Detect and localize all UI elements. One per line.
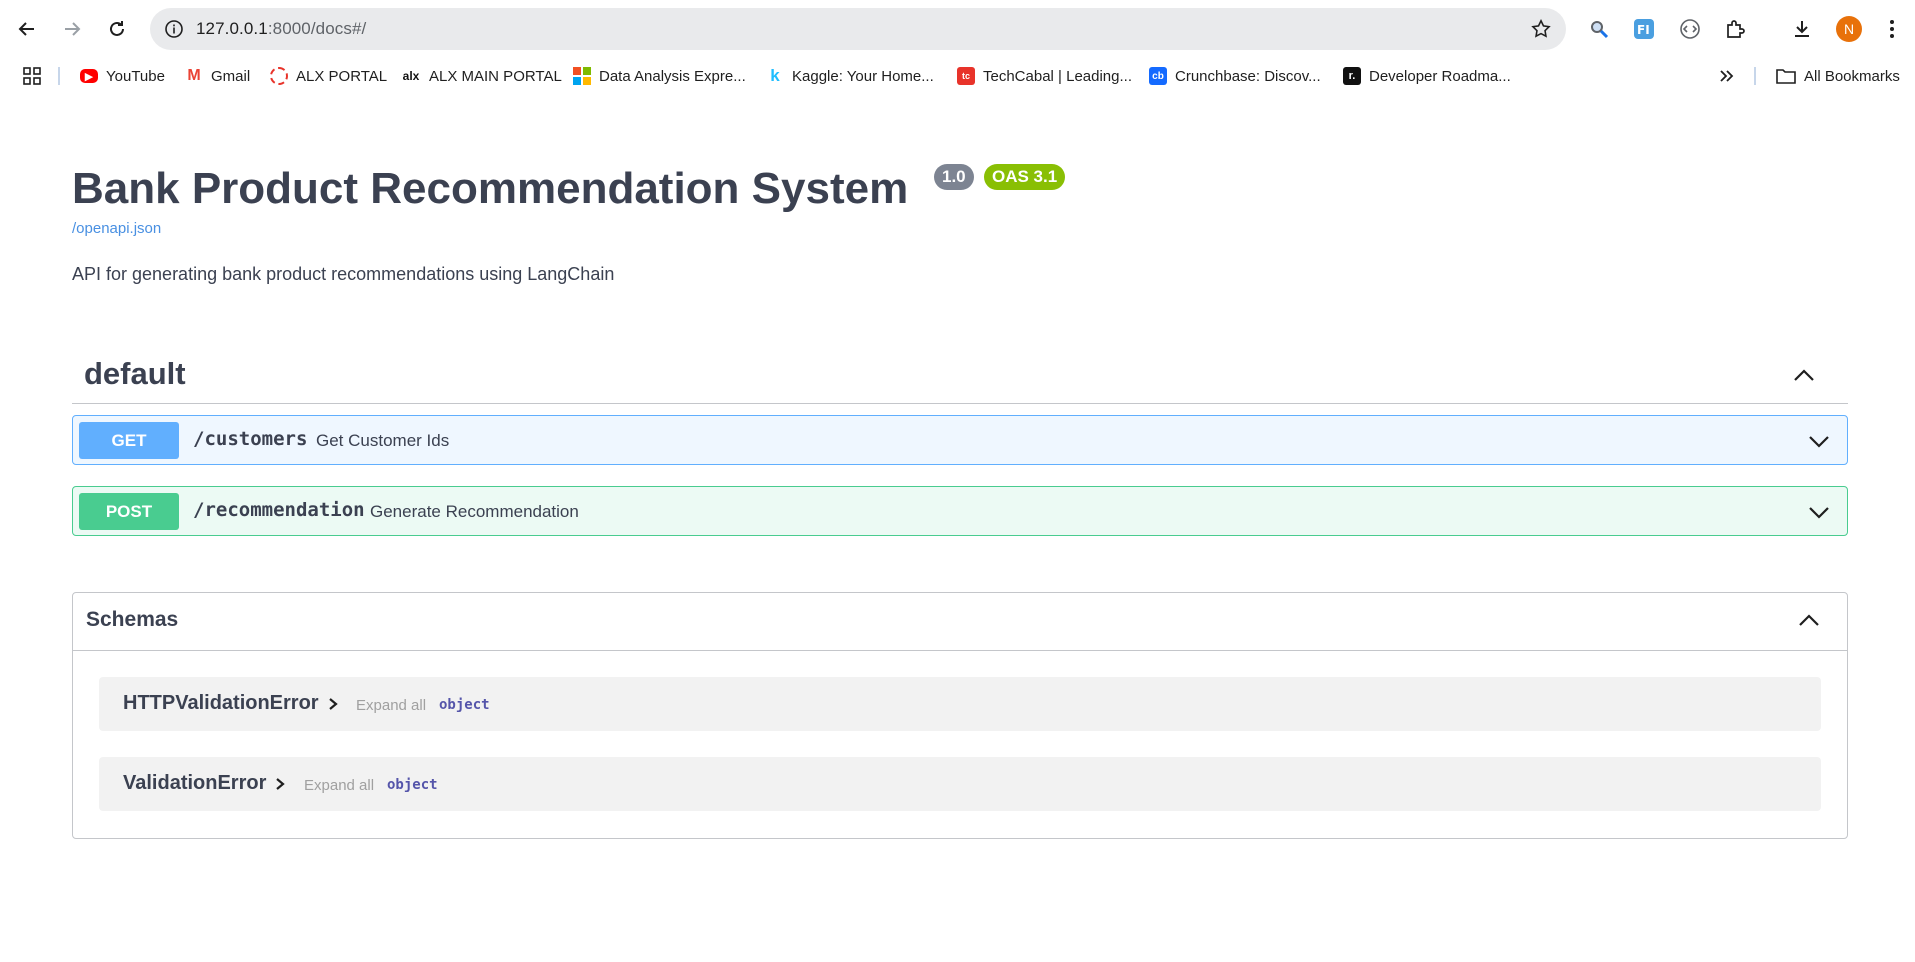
bookmark-developer-roadmap[interactable]: r. Developer Roadma... (1343, 65, 1511, 87)
techcabal-icon: tc (957, 67, 975, 85)
url-path: :8000/docs#/ (267, 19, 367, 38)
apps-grid-icon (23, 67, 41, 85)
double-chevron-right-icon (1720, 70, 1734, 82)
folder-icon (1776, 69, 1796, 84)
bookmark-techcabal[interactable]: tc TechCabal | Leading... (957, 65, 1132, 87)
alx-portal-icon (270, 67, 288, 85)
bookmark-label: ALX PORTAL (296, 67, 388, 85)
operation-summary: Generate Recommendation (370, 502, 579, 521)
bookmark-alx-portal[interactable]: ALX PORTAL (270, 65, 387, 87)
bookmark-label: YouTube (106, 67, 165, 85)
method-badge: POST (79, 493, 179, 530)
chevron-up-icon[interactable] (1795, 607, 1823, 635)
operation-path: /recommendation (193, 499, 365, 521)
apps-grid-button[interactable] (22, 65, 42, 87)
extension-fi-icon[interactable]: FI (1631, 16, 1657, 42)
model-type: object (439, 697, 490, 713)
url-host: 127.0.0.1 (196, 19, 268, 38)
svg-text:FI: FI (1637, 23, 1650, 37)
downloads-icon[interactable] (1789, 16, 1815, 42)
bookmark-label: Data Analysis Expre... (599, 67, 746, 85)
bookmark-label: TechCabal | Leading... (983, 67, 1132, 85)
schemas-title: Schemas (86, 608, 179, 631)
bookmark-star-icon[interactable] (1530, 18, 1552, 40)
openapi-json-link[interactable]: /openapi.json (72, 220, 161, 237)
address-bar[interactable]: 127.0.0.1:8000/docs#/ (150, 8, 1566, 50)
oas-badge: OAS 3.1 (984, 164, 1066, 190)
bookmarks-overflow-button[interactable] (1718, 65, 1734, 87)
bookmarks-bar: ▶ YouTube M Gmail ALX PORTAL alx ALX MAI… (0, 58, 1915, 94)
bookmark-kaggle[interactable]: k Kaggle: Your Home... (766, 65, 934, 87)
forward-arrow-icon (65, 22, 81, 36)
back-button[interactable] (10, 12, 44, 46)
chevron-right-icon[interactable] (274, 777, 286, 791)
operation-get-customers[interactable]: GET /customers Get Customer Ids (72, 415, 1848, 465)
reload-button[interactable] (100, 12, 134, 46)
model-name: HTTPValidationError (123, 692, 319, 714)
tag-default-header[interactable]: default (72, 344, 1848, 404)
expand-all-link[interactable]: Expand all (356, 697, 426, 714)
chevron-up-icon[interactable] (1790, 362, 1818, 390)
bookmark-label: Kaggle: Your Home... (792, 67, 934, 85)
api-description: API for generating bank product recommen… (72, 264, 615, 284)
bookmark-label: ALX MAIN PORTAL (429, 67, 562, 85)
bookmark-data-analysis[interactable]: Data Analysis Expre... (573, 65, 746, 87)
url-text[interactable]: 127.0.0.1:8000/docs#/ (196, 19, 366, 39)
schemas-header[interactable]: Schemas (73, 593, 1847, 651)
kaggle-icon: k (770, 66, 780, 85)
bookmark-gmail[interactable]: M Gmail (185, 65, 250, 87)
bookmark-youtube[interactable]: ▶ YouTube (80, 65, 165, 87)
gmail-icon: M (187, 67, 201, 84)
bookmark-alx-main-portal[interactable]: alx ALX MAIN PORTAL (401, 65, 562, 87)
browser-toolbar: 127.0.0.1:8000/docs#/ FI N (0, 0, 1915, 58)
all-bookmarks-label: All Bookmarks (1804, 67, 1900, 85)
extension-search-icon[interactable] (1586, 16, 1612, 42)
operation-path: /customers (193, 428, 308, 450)
youtube-icon: ▶ (80, 69, 98, 83)
all-bookmarks-button[interactable]: All Bookmarks (1776, 65, 1900, 87)
model-name-row[interactable]: HTTPValidationError (123, 692, 339, 715)
alx-main-icon: alx (402, 69, 420, 83)
schemas-section: Schemas HTTPValidationError Expand all o… (72, 592, 1848, 839)
tag-title: default (84, 356, 186, 391)
version-badge: 1.0 (934, 164, 974, 190)
operation-summary: Get Customer Ids (316, 431, 450, 450)
bookmark-label: Gmail (211, 67, 251, 85)
back-arrow-icon (18, 22, 34, 36)
extension-code-icon[interactable] (1677, 16, 1703, 42)
bookmark-separator (58, 67, 60, 85)
bookmark-label: Developer Roadma... (1369, 67, 1511, 85)
expand-all-link[interactable]: Expand all (304, 777, 374, 794)
bookmark-separator (1754, 67, 1756, 85)
roadmap-icon: r. (1343, 67, 1361, 85)
menu-kebab-icon[interactable] (1879, 16, 1905, 42)
site-info-icon[interactable] (164, 19, 184, 39)
profile-avatar[interactable]: N (1836, 16, 1862, 42)
model-validationerror[interactable]: ValidationError Expand all object (99, 757, 1821, 811)
model-name: ValidationError (123, 772, 267, 794)
model-name-row[interactable]: ValidationError (123, 772, 286, 795)
bookmark-crunchbase[interactable]: cb Crunchbase: Discov... (1149, 65, 1321, 87)
forward-button[interactable] (55, 12, 89, 46)
method-badge: GET (79, 422, 179, 459)
operation-post-recommendation[interactable]: POST /recommendation Generate Recommenda… (72, 486, 1848, 536)
bookmark-label: Crunchbase: Discov... (1175, 67, 1321, 85)
reload-icon (110, 21, 124, 36)
api-title: Bank Product Recommendation System (72, 164, 909, 213)
extensions-puzzle-icon[interactable] (1722, 16, 1748, 42)
chevron-down-icon[interactable] (1805, 498, 1833, 526)
chevron-right-icon[interactable] (327, 697, 339, 711)
swagger-page: Bank Product Recommendation System 1.0 O… (0, 94, 1915, 962)
microsoft-icon (573, 67, 591, 85)
crunchbase-icon: cb (1149, 67, 1167, 85)
model-httpvalidationerror[interactable]: HTTPValidationError Expand all object (99, 677, 1821, 731)
model-type: object (387, 777, 438, 793)
chevron-down-icon[interactable] (1805, 427, 1833, 455)
